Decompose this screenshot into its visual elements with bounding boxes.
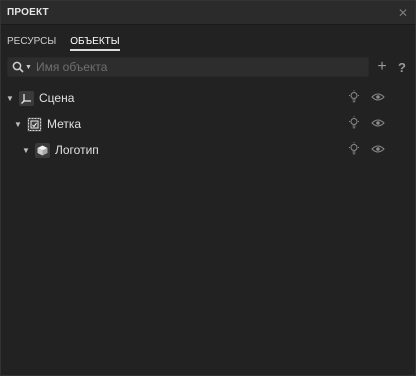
row-actions: [347, 90, 385, 104]
chevron-down-icon[interactable]: ▼: [13, 120, 23, 129]
tree-row-logo[interactable]: ▼ Логотип: [1, 137, 415, 163]
close-icon[interactable]: ✕: [397, 7, 409, 19]
search-input[interactable]: [35, 60, 364, 74]
marker-icon: [27, 116, 42, 132]
tree-row-marker[interactable]: ▼ Метка: [1, 111, 415, 137]
tab-bar: РЕСУРСЫ ОБЪЕКТЫ: [1, 25, 415, 51]
help-button[interactable]: ?: [395, 58, 409, 76]
project-panel: ПРОЕКТ ✕ РЕСУРСЫ ОБЪЕКТЫ ▼ + ? ▼: [0, 0, 416, 376]
tree-item-label[interactable]: Сцена: [39, 91, 74, 105]
eye-icon[interactable]: [371, 142, 385, 156]
search-icon[interactable]: [12, 61, 24, 73]
cube-icon: [35, 142, 50, 158]
objects-toolbar: ▼ + ?: [1, 55, 415, 79]
scene-axes-icon: [19, 90, 34, 106]
panel-title: ПРОЕКТ: [7, 7, 49, 18]
object-tree: ▼ Сцена ▼ Метка ▼ Логотип: [1, 85, 415, 163]
lightbulb-icon[interactable]: [347, 90, 361, 104]
tree-item-label[interactable]: Логотип: [55, 143, 99, 157]
chevron-down-icon[interactable]: ▼: [21, 146, 31, 155]
add-object-button[interactable]: +: [375, 58, 389, 76]
eye-icon[interactable]: [371, 116, 385, 130]
lightbulb-icon[interactable]: [347, 142, 361, 156]
eye-icon[interactable]: [371, 90, 385, 104]
row-actions: [347, 116, 385, 130]
tree-row-scene[interactable]: ▼ Сцена: [1, 85, 415, 111]
tree-item-label[interactable]: Метка: [47, 117, 81, 131]
tab-objects[interactable]: ОБЪЕКТЫ: [70, 36, 120, 51]
search-box[interactable]: ▼: [7, 57, 369, 77]
search-filter-caret-icon[interactable]: ▼: [25, 64, 32, 71]
lightbulb-icon[interactable]: [347, 116, 361, 130]
chevron-down-icon[interactable]: ▼: [5, 94, 15, 103]
panel-header: ПРОЕКТ ✕: [1, 1, 415, 25]
row-actions: [347, 142, 385, 156]
tab-resources[interactable]: РЕСУРСЫ: [7, 36, 56, 51]
